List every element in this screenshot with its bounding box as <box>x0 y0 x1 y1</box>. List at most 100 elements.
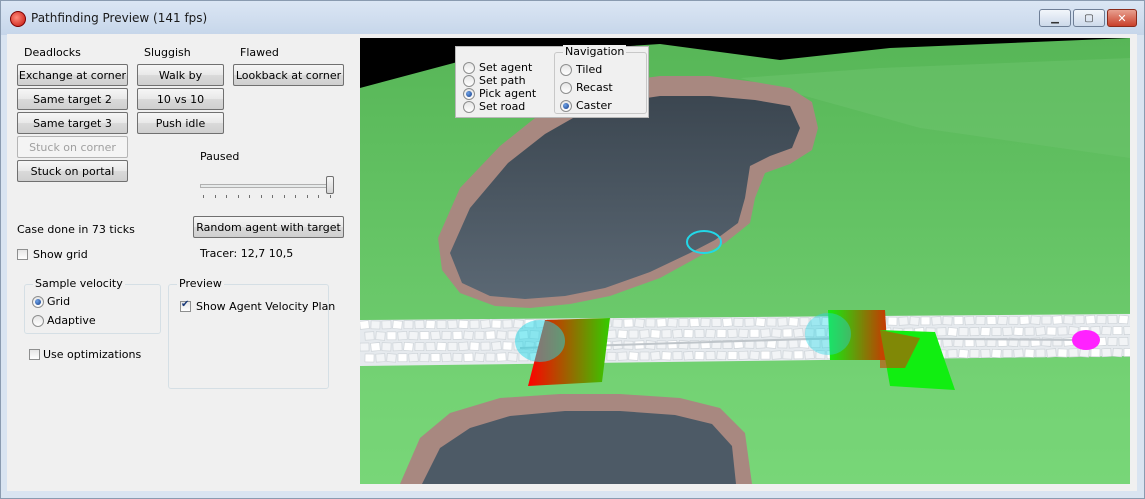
road-tile <box>1035 348 1046 358</box>
road-tile <box>419 353 430 363</box>
slider-tick <box>249 195 250 198</box>
radio-grid[interactable] <box>32 296 44 308</box>
same-target-3-button[interactable]: Same target 3 <box>17 112 128 134</box>
road-tile <box>727 328 738 338</box>
minimize-button[interactable]: ▁ <box>1039 9 1071 27</box>
radio-pick-agent[interactable] <box>463 88 475 100</box>
road-tile <box>793 328 804 338</box>
road-tile <box>1068 348 1079 358</box>
road-tile <box>1030 315 1041 325</box>
road-tile <box>650 329 661 339</box>
walk-by-button[interactable]: Walk by <box>137 64 224 86</box>
road-tile <box>606 351 617 361</box>
road-tile <box>942 316 953 326</box>
window-title: Pathfinding Preview (141 fps) <box>31 11 208 25</box>
road-tile <box>1024 348 1035 358</box>
road-tile <box>788 317 799 327</box>
radio-caster-label: Caster <box>576 99 612 112</box>
road-tile <box>958 349 969 359</box>
road-tile <box>766 317 777 327</box>
road-tile <box>700 318 711 328</box>
road-tile <box>639 351 650 361</box>
road-tile <box>463 330 474 341</box>
road-tile <box>370 320 381 330</box>
radio-recast[interactable] <box>560 82 572 94</box>
road-tile <box>1046 348 1057 358</box>
road-tile <box>491 341 502 351</box>
road-tile <box>1052 315 1063 325</box>
road-tile <box>997 315 1008 326</box>
push-idle-button[interactable]: Push idle <box>137 112 224 134</box>
radio-recast-label: Recast <box>576 81 613 94</box>
radio-adaptive[interactable] <box>32 315 44 327</box>
radio-set-path[interactable] <box>463 75 475 87</box>
same-target-2-button[interactable]: Same target 2 <box>17 88 128 110</box>
use-optimizations-label: Use optimizations <box>43 348 142 361</box>
road-tile <box>672 351 683 361</box>
road-tile <box>496 352 507 362</box>
road-tile <box>958 327 969 337</box>
road-tile <box>507 352 518 362</box>
road-tile <box>612 318 623 328</box>
road-tile <box>760 328 771 338</box>
radio-set-road[interactable] <box>463 101 475 113</box>
slider-tick <box>283 195 285 198</box>
road-tile <box>469 341 480 351</box>
road-tile <box>364 331 375 341</box>
road-tile <box>458 319 469 329</box>
road-tile <box>1112 347 1123 358</box>
close-button[interactable]: ✕ <box>1107 9 1137 27</box>
road-tile <box>656 318 667 328</box>
road-tile <box>771 350 782 360</box>
paused-label: Paused <box>200 150 240 163</box>
road-tile <box>364 353 375 363</box>
road-tile <box>738 328 749 338</box>
road-tile <box>722 317 733 328</box>
stuck-on-portal-button[interactable]: Stuck on portal <box>17 160 128 182</box>
road-tile <box>650 351 661 361</box>
maximize-button[interactable]: ▢ <box>1073 9 1105 27</box>
radio-adaptive-label: Adaptive <box>47 314 96 327</box>
road-tile <box>1024 326 1035 336</box>
road-tile <box>436 320 447 329</box>
show-velocity-plan-label: Show Agent Velocity Plan <box>196 300 336 313</box>
road-tile <box>491 319 502 329</box>
paused-slider-thumb[interactable] <box>326 176 334 194</box>
radio-tiled[interactable] <box>560 64 572 76</box>
road-tile <box>441 330 452 340</box>
road-tile <box>1118 336 1129 346</box>
3d-viewport[interactable]: Set agent Set path Pick agent Set road N… <box>360 38 1130 484</box>
show-velocity-plan-checkbox[interactable] <box>180 299 191 312</box>
use-optimizations-checkbox[interactable] <box>29 349 40 360</box>
road-tile <box>782 350 793 360</box>
road-tile <box>1057 348 1068 358</box>
road-tile <box>430 330 441 341</box>
ten-vs-ten-button[interactable]: 10 vs 10 <box>137 88 224 110</box>
radio-caster[interactable] <box>560 100 572 112</box>
road-tile <box>634 318 645 328</box>
road-tile <box>667 340 678 350</box>
show-grid-checkbox[interactable] <box>17 249 28 260</box>
road-tile <box>936 327 947 337</box>
slider-tick <box>237 195 239 198</box>
road-tile <box>617 351 628 361</box>
road-tile <box>628 351 639 361</box>
exchange-at-corner-button[interactable]: Exchange at corner <box>17 64 128 86</box>
road-tile <box>480 319 491 329</box>
road-tile <box>672 329 683 339</box>
road-tile <box>1085 314 1096 325</box>
radio-set-road-label: Set road <box>479 100 526 113</box>
road-tile <box>502 319 513 329</box>
radio-set-agent[interactable] <box>463 62 475 74</box>
road-tile <box>408 353 419 363</box>
title-bar[interactable]: Pathfinding Preview (141 fps) ▁ ▢ ✕ <box>1 1 1144 35</box>
paused-slider-track[interactable] <box>200 184 334 188</box>
road-tile <box>474 352 485 362</box>
lookback-at-corner-button[interactable]: Lookback at corner <box>233 64 344 86</box>
stuck-on-corner-button[interactable]: Stuck on corner <box>17 136 128 158</box>
random-agent-button[interactable]: Random agent with target <box>193 216 344 238</box>
road-tile <box>639 329 650 339</box>
road-tile <box>947 327 958 337</box>
road-tile <box>452 330 463 340</box>
road-tile <box>397 331 408 341</box>
